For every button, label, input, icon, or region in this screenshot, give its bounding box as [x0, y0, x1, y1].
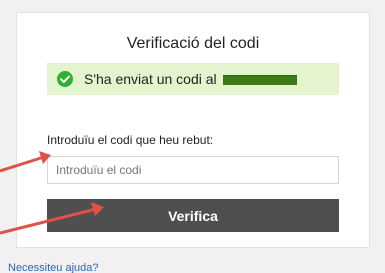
verify-button[interactable]: Verifica — [47, 199, 339, 232]
notice-message: S'ha enviat un codi al — [84, 71, 297, 87]
verification-card: Verificació del codi S'ha enviat un codi… — [16, 12, 370, 248]
success-notice: S'ha enviat un codi al — [47, 63, 339, 95]
page-title: Verificació del codi — [126, 35, 260, 52]
verification-page: Verificació del codi S'ha enviat un codi… — [0, 0, 385, 273]
check-circle-icon — [57, 71, 73, 87]
code-field-label: Introduïu el codi que heu rebut: — [47, 133, 214, 147]
help-link[interactable]: Necessiteu ajuda? — [8, 262, 99, 273]
code-input[interactable] — [47, 156, 339, 184]
redacted-phone-number — [222, 75, 297, 86]
notice-text: S'ha enviat un codi al — [84, 71, 217, 87]
